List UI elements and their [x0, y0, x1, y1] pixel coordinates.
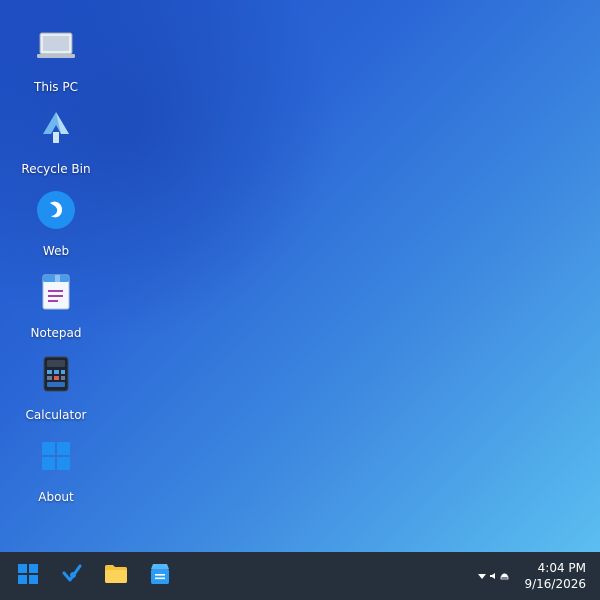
desktop[interactable]: This PC Recycle Bin Web Notepad Calculat… [0, 0, 600, 552]
desktop-icon-label: Calculator [25, 408, 87, 422]
volume-icon [489, 572, 497, 580]
clock-time: 4:04 PM [537, 561, 586, 575]
web-browser-icon [34, 188, 78, 232]
notepad-icon [34, 270, 78, 314]
clock-date: 9/16/2026 [524, 577, 586, 591]
desktop-icon-notepad[interactable]: Notepad [16, 268, 96, 346]
taskbar-file-explorer-button[interactable] [100, 560, 132, 592]
desktop-icon-web[interactable]: Web [16, 186, 96, 264]
desktop-icon-this-pc[interactable]: This PC [16, 22, 96, 100]
taskbar: 4:04 PM 9/16/2026 [0, 552, 600, 600]
desktop-icon-label: Recycle Bin [21, 162, 91, 176]
wifi-icon [477, 572, 486, 580]
store-icon [149, 563, 171, 589]
laptop-icon [34, 24, 78, 68]
calculator-icon [34, 352, 78, 396]
start-button[interactable] [12, 560, 44, 592]
desktop-icon-label: Web [42, 244, 70, 258]
clock[interactable]: 4:04 PM 9/16/2026 [506, 560, 586, 592]
start-menu-icon [17, 563, 39, 589]
desktop-icon-calculator[interactable]: Calculator [16, 350, 96, 428]
file-explorer-icon [104, 564, 128, 588]
windows-logo-icon [34, 434, 78, 478]
taskbar-store-button[interactable] [144, 560, 176, 592]
desktop-icon-recycle-bin[interactable]: Recycle Bin [16, 104, 96, 182]
recycle-bin-icon [34, 106, 78, 150]
system-tray[interactable] [477, 568, 508, 584]
desktop-icon-about[interactable]: About [16, 432, 96, 510]
web-browser-icon [61, 563, 83, 589]
desktop-icon-label: Notepad [30, 326, 82, 340]
desktop-icon-label: This PC [34, 80, 78, 94]
desktop-icon-label: About [38, 490, 74, 504]
taskbar-web-button[interactable] [56, 560, 88, 592]
